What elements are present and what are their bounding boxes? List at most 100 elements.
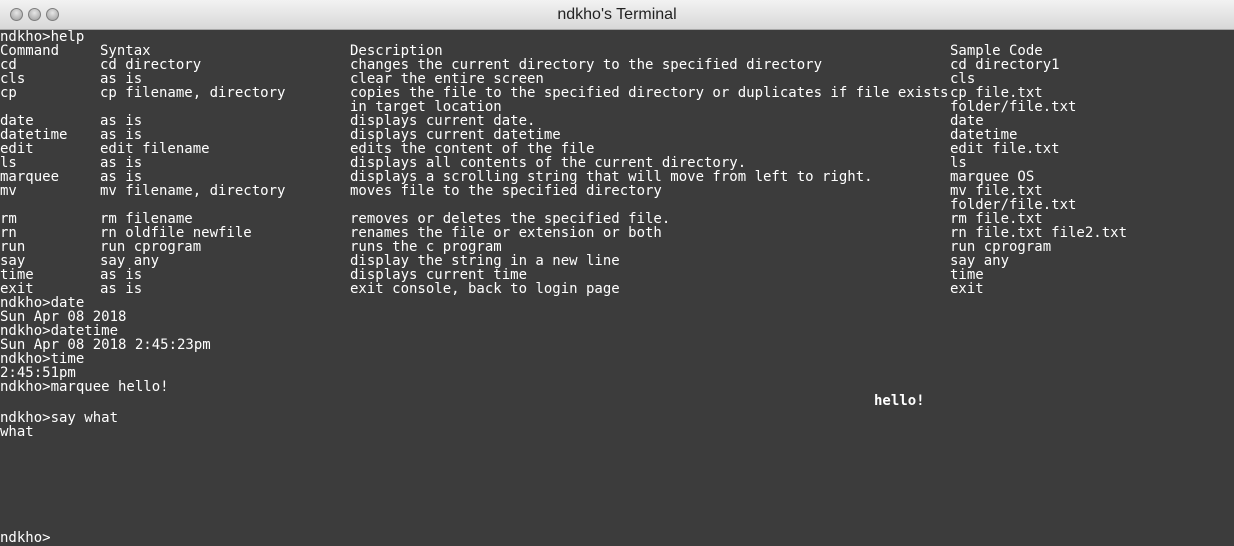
- help-header-row: Command Syntax Description Sample Code: [0, 44, 1234, 58]
- help-command: edit: [0, 141, 34, 157]
- help-sample: folder/file.txt: [950, 197, 1077, 213]
- help-command: datetime: [0, 127, 68, 143]
- help-command: date: [0, 113, 34, 129]
- header-command: Command: [0, 43, 60, 59]
- help-syntax: rm filename: [100, 211, 193, 227]
- help-description: displays current time: [350, 267, 528, 283]
- help-description: renames the file or extension or both: [350, 225, 662, 241]
- datetime-prompt: ndkho>datetime: [0, 323, 119, 339]
- help-sample: time: [950, 267, 984, 283]
- help-sample: cp file.txt: [950, 85, 1043, 101]
- help-command: run: [0, 239, 26, 255]
- help-syntax: as is: [100, 155, 143, 171]
- help-row: cd cd directory changes the current dire…: [0, 58, 1234, 72]
- header-description: Description: [350, 43, 443, 59]
- help-row: edit edit filename edits the content of …: [0, 142, 1234, 156]
- help-command: rm: [0, 211, 17, 227]
- help-description: displays a scrolling string that will mo…: [350, 169, 873, 185]
- marquee-output: hello!: [874, 393, 925, 409]
- help-syntax: as is: [100, 113, 143, 129]
- marquee-prompt: ndkho>marquee hello!: [0, 379, 169, 395]
- say-prompt: ndkho>say what: [0, 410, 119, 426]
- help-row: run run cprogram runs the c program run …: [0, 240, 1234, 254]
- help-description: clear the entire screen: [350, 71, 544, 87]
- help-sample: date: [950, 113, 984, 129]
- help-syntax: cd directory: [100, 57, 202, 73]
- command-prompt[interactable]: ndkho>: [0, 531, 51, 545]
- help-description: runs the c program: [350, 239, 502, 255]
- help-syntax: cp filename, directory: [100, 85, 286, 101]
- help-row: rm rm filename removes or deletes the sp…: [0, 212, 1234, 226]
- help-syntax: as is: [100, 169, 143, 185]
- help-sample: run cprogram: [950, 239, 1052, 255]
- help-syntax: as is: [100, 127, 143, 143]
- help-row: cls as is clear the entire screen cls: [0, 72, 1234, 86]
- help-syntax: mv filename, directory: [100, 183, 286, 199]
- help-syntax: edit filename: [100, 141, 210, 157]
- help-syntax: say any: [100, 253, 160, 269]
- help-prompt: ndkho>help: [0, 29, 85, 45]
- title-bar[interactable]: ndkho's Terminal: [0, 0, 1234, 30]
- header-sample-code: Sample Code: [950, 43, 1043, 59]
- help-description: removes or deletes the specified file.: [350, 211, 671, 227]
- help-description: edits the content of the file: [350, 141, 595, 157]
- help-command: say: [0, 253, 26, 269]
- window-title: ndkho's Terminal: [557, 6, 677, 23]
- help-description: displays current date.: [350, 113, 536, 129]
- help-sample: rm file.txt: [950, 211, 1043, 227]
- help-syntax: as is: [100, 71, 143, 87]
- help-sample: marquee OS: [950, 169, 1035, 185]
- help-syntax: run cprogram: [100, 239, 202, 255]
- help-row: date as is displays current date. date: [0, 114, 1234, 128]
- help-row: cp cp filename, directory copies the fil…: [0, 86, 1234, 100]
- help-syntax: as is: [100, 267, 143, 283]
- help-row: rn rn oldfile newfile renames the file o…: [0, 226, 1234, 240]
- help-command: time: [0, 267, 34, 283]
- help-description: display the string in a new line: [350, 253, 620, 269]
- help-row: datetime as is displays current datetime…: [0, 128, 1234, 142]
- time-prompt: ndkho>time: [0, 351, 85, 367]
- help-sample: ls: [950, 155, 967, 171]
- help-syntax: rn oldfile newfile: [100, 225, 252, 241]
- help-description: displays all contents of the current dir…: [350, 155, 747, 171]
- help-sample: mv file.txt: [950, 183, 1043, 199]
- help-row: marquee as is displays a scrolling strin…: [0, 170, 1234, 184]
- help-row: mv mv filename, directory moves file to …: [0, 184, 1234, 198]
- help-sample: cd directory1: [950, 57, 1060, 73]
- terminal-window: ndkho's Terminal ndkho>help Command Synt…: [0, 0, 1234, 546]
- help-row: say say any display the string in a new …: [0, 254, 1234, 268]
- help-sample: rn file.txt file2.txt: [950, 225, 1128, 241]
- help-description: moves file to the specified directory: [350, 183, 662, 199]
- help-row: ls as is displays all contents of the cu…: [0, 156, 1234, 170]
- datetime-output: Sun Apr 08 2018 2:45:23pm: [0, 337, 211, 353]
- help-command: exit: [0, 281, 34, 297]
- time-output: 2:45:51pm: [0, 365, 76, 381]
- say-output: what: [0, 424, 34, 440]
- date-prompt: ndkho>date: [0, 295, 85, 311]
- help-command: cd: [0, 57, 17, 73]
- help-row: folder/file.txt: [0, 198, 1234, 212]
- help-command: ls: [0, 155, 17, 171]
- help-command: rn: [0, 225, 17, 241]
- help-command: marquee: [0, 169, 60, 185]
- help-sample: edit file.txt: [950, 141, 1060, 157]
- terminal-output[interactable]: ndkho>help Command Syntax Description Sa…: [0, 30, 1234, 546]
- help-sample: say any: [950, 253, 1010, 269]
- help-row: exit as is exit console, back to login p…: [0, 282, 1234, 296]
- header-syntax: Syntax: [100, 43, 151, 59]
- help-description: in target location: [350, 99, 502, 115]
- help-description: copies the file to the specified directo…: [350, 85, 949, 101]
- help-sample: exit: [950, 281, 984, 297]
- help-command: cp: [0, 85, 17, 101]
- help-command: mv: [0, 183, 17, 199]
- help-description: displays current datetime: [350, 127, 561, 143]
- help-row: time as is displays current time time: [0, 268, 1234, 282]
- help-description: exit console, back to login page: [350, 281, 620, 297]
- help-sample: cls: [950, 71, 976, 87]
- help-sample: folder/file.txt: [950, 99, 1077, 115]
- help-syntax: as is: [100, 281, 143, 297]
- help-row: in target location folder/file.txt: [0, 100, 1234, 114]
- date-output: Sun Apr 08 2018: [0, 309, 127, 325]
- help-description: changes the current directory to the spe…: [350, 57, 823, 73]
- help-command: cls: [0, 71, 26, 87]
